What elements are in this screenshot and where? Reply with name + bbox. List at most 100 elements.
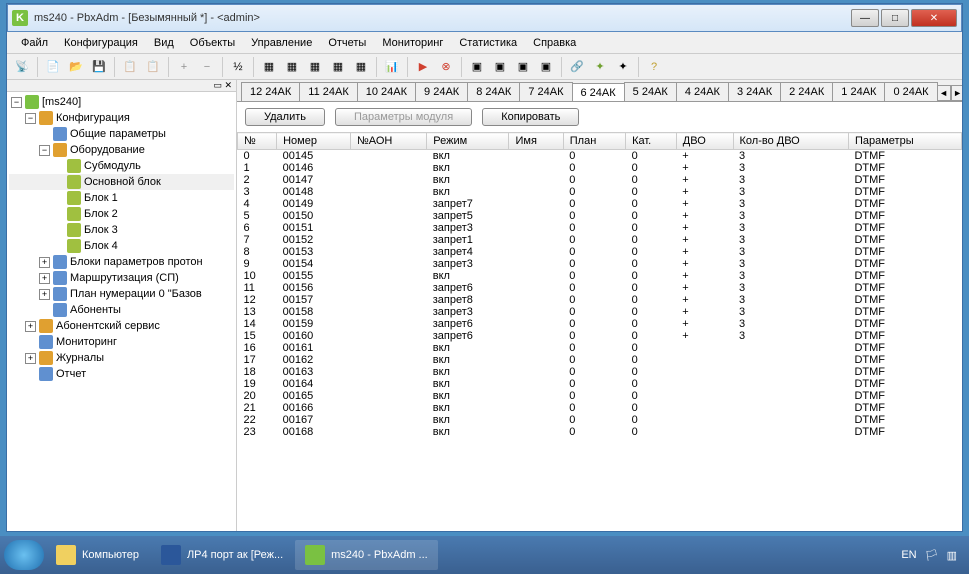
tree-jrn[interactable]: Журналы xyxy=(56,352,104,364)
table-row[interactable]: 700152запрет100+3DTMF xyxy=(238,234,962,246)
tree-block3[interactable]: Блок 3 xyxy=(84,224,118,236)
save-icon[interactable]: 💾 xyxy=(88,56,110,78)
tree-root[interactable]: [ms240] xyxy=(42,96,81,108)
tool3-icon[interactable]: ✦ xyxy=(612,56,634,78)
win1-icon[interactable]: ▣ xyxy=(466,56,488,78)
network-icon[interactable]: ▥ xyxy=(947,549,957,562)
tool-icon[interactable]: 📡 xyxy=(11,56,33,78)
maximize-button[interactable]: □ xyxy=(881,9,909,27)
tree-common[interactable]: Общие параметры xyxy=(70,128,166,140)
menu-Конфигурация[interactable]: Конфигурация xyxy=(56,34,146,52)
grid3-icon[interactable]: ▦ xyxy=(304,56,326,78)
table-row[interactable]: 1900164вкл00DTMF xyxy=(238,378,962,390)
table-row[interactable]: 1600161вкл00DTMF xyxy=(238,342,962,354)
menu-Вид[interactable]: Вид xyxy=(146,34,182,52)
minimize-button[interactable]: — xyxy=(851,9,879,27)
flag-icon[interactable]: 🏳 xyxy=(925,549,939,562)
table-row[interactable]: 1300158запрет300+3DTMF xyxy=(238,306,962,318)
menu-Статистика[interactable]: Статистика xyxy=(451,34,525,52)
tab[interactable]: 8 24АК xyxy=(467,82,520,101)
tree[interactable]: −[ms240] −Конфигурация Общие параметры −… xyxy=(7,92,236,384)
stop-icon[interactable]: ⊗ xyxy=(435,56,457,78)
table-row[interactable]: 1200157запрет800+3DTMF xyxy=(238,294,962,306)
collapse-icon[interactable]: − xyxy=(39,145,50,156)
task-computer[interactable]: Компьютер xyxy=(46,540,149,570)
tool2-icon[interactable]: ✦ xyxy=(589,56,611,78)
table-row[interactable]: 300148вкл00+3DTMF xyxy=(238,186,962,198)
language-indicator[interactable]: EN xyxy=(901,549,916,561)
table-row[interactable]: 1400159запрет600+3DTMF xyxy=(238,318,962,330)
expand-icon[interactable]: + xyxy=(39,257,50,268)
tab[interactable]: 5 24АК xyxy=(624,82,677,101)
table-row[interactable]: 2300168вкл00DTMF xyxy=(238,426,962,438)
sort-icon[interactable]: ½ xyxy=(227,56,249,78)
menu-Управление[interactable]: Управление xyxy=(243,34,320,52)
run-icon[interactable]: ▶ xyxy=(412,56,434,78)
table-row[interactable]: 900154запрет300+3DTMF xyxy=(238,258,962,270)
table-wrap[interactable]: №Номер№АОНРежимИмяПланКат.ДВОКол-во ДВОП… xyxy=(237,132,962,531)
tree-sub[interactable]: Субмодуль xyxy=(84,160,141,172)
link-icon[interactable]: 🔗 xyxy=(566,56,588,78)
tab[interactable]: 2 24АК xyxy=(780,82,833,101)
expand-icon[interactable]: + xyxy=(25,353,36,364)
tree-mainblock[interactable]: Основной блок xyxy=(84,176,161,188)
tree-mon[interactable]: Мониторинг xyxy=(56,336,117,348)
add-icon[interactable]: + xyxy=(173,56,195,78)
col-header[interactable]: Режим xyxy=(427,133,509,150)
win3-icon[interactable]: ▣ xyxy=(512,56,534,78)
col-header[interactable]: Номер xyxy=(277,133,351,150)
table-row[interactable]: 800153запрет400+3DTMF xyxy=(238,246,962,258)
menu-Справка[interactable]: Справка xyxy=(525,34,584,52)
col-header[interactable]: Параметры xyxy=(848,133,961,150)
tree-block4[interactable]: Блок 4 xyxy=(84,240,118,252)
tree-bpp[interactable]: Блоки параметров протон xyxy=(70,256,203,268)
copy-button[interactable]: Копировать xyxy=(482,108,579,126)
table-row[interactable]: 200147вкл00+3DTMF xyxy=(238,174,962,186)
menu-Файл[interactable]: Файл xyxy=(13,34,56,52)
col-header[interactable]: № xyxy=(238,133,277,150)
delete-button[interactable]: Удалить xyxy=(245,108,325,126)
help-icon[interactable]: ? xyxy=(643,56,665,78)
table-row[interactable]: 1800163вкл00DTMF xyxy=(238,366,962,378)
win2-icon[interactable]: ▣ xyxy=(489,56,511,78)
new-icon[interactable]: 📄 xyxy=(42,56,64,78)
tab[interactable]: 3 24АК xyxy=(728,82,781,101)
tab[interactable]: 11 24АК xyxy=(299,82,357,101)
tree-config[interactable]: Конфигурация xyxy=(56,112,130,124)
system-tray[interactable]: EN 🏳 ▥ xyxy=(901,549,965,562)
col-header[interactable]: ДВО xyxy=(676,133,733,150)
table-row[interactable]: 100146вкл00+3DTMF xyxy=(238,162,962,174)
tab-next[interactable]: ► xyxy=(951,85,962,101)
table-row[interactable]: 400149запрет700+3DTMF xyxy=(238,198,962,210)
tree-rep[interactable]: Отчет xyxy=(56,368,86,380)
table-row[interactable]: 1700162вкл00DTMF xyxy=(238,354,962,366)
tree-plan[interactable]: План нумерации 0 "Базов xyxy=(70,288,202,300)
tree-abon[interactable]: Абоненты xyxy=(70,304,121,316)
chart-icon[interactable]: 📊 xyxy=(381,56,403,78)
table-row[interactable]: 2200167вкл00DTMF xyxy=(238,414,962,426)
tree-block1[interactable]: Блок 1 xyxy=(84,192,118,204)
remove-icon[interactable]: − xyxy=(196,56,218,78)
collapse-icon[interactable]: − xyxy=(11,97,22,108)
table-row[interactable]: 1000155вкл00+3DTMF xyxy=(238,270,962,282)
open-icon[interactable]: 📂 xyxy=(65,56,87,78)
table-row[interactable]: 2000165вкл00DTMF xyxy=(238,390,962,402)
task-word[interactable]: ЛР4 порт ак [Реж... xyxy=(151,540,293,570)
menu-Объекты[interactable]: Объекты xyxy=(182,34,243,52)
table-row[interactable]: 1500160запрет600+3DTMF xyxy=(238,330,962,342)
start-button[interactable] xyxy=(4,540,44,570)
tab[interactable]: 1 24АК xyxy=(832,82,885,101)
col-header[interactable]: Имя xyxy=(509,133,563,150)
expand-icon[interactable]: + xyxy=(39,273,50,284)
expand-icon[interactable]: + xyxy=(25,321,36,332)
tab[interactable]: 4 24АК xyxy=(676,82,729,101)
col-header[interactable]: План xyxy=(563,133,625,150)
col-header[interactable]: Кол-во ДВО xyxy=(733,133,848,150)
tree-block2[interactable]: Блок 2 xyxy=(84,208,118,220)
tab[interactable]: 7 24АК xyxy=(519,82,572,101)
col-header[interactable]: Кат. xyxy=(626,133,677,150)
tree-absrv[interactable]: Абонентский сервис xyxy=(56,320,160,332)
grid5-icon[interactable]: ▦ xyxy=(350,56,372,78)
paste-icon[interactable]: 📋 xyxy=(142,56,164,78)
copy-icon[interactable]: 📋 xyxy=(119,56,141,78)
